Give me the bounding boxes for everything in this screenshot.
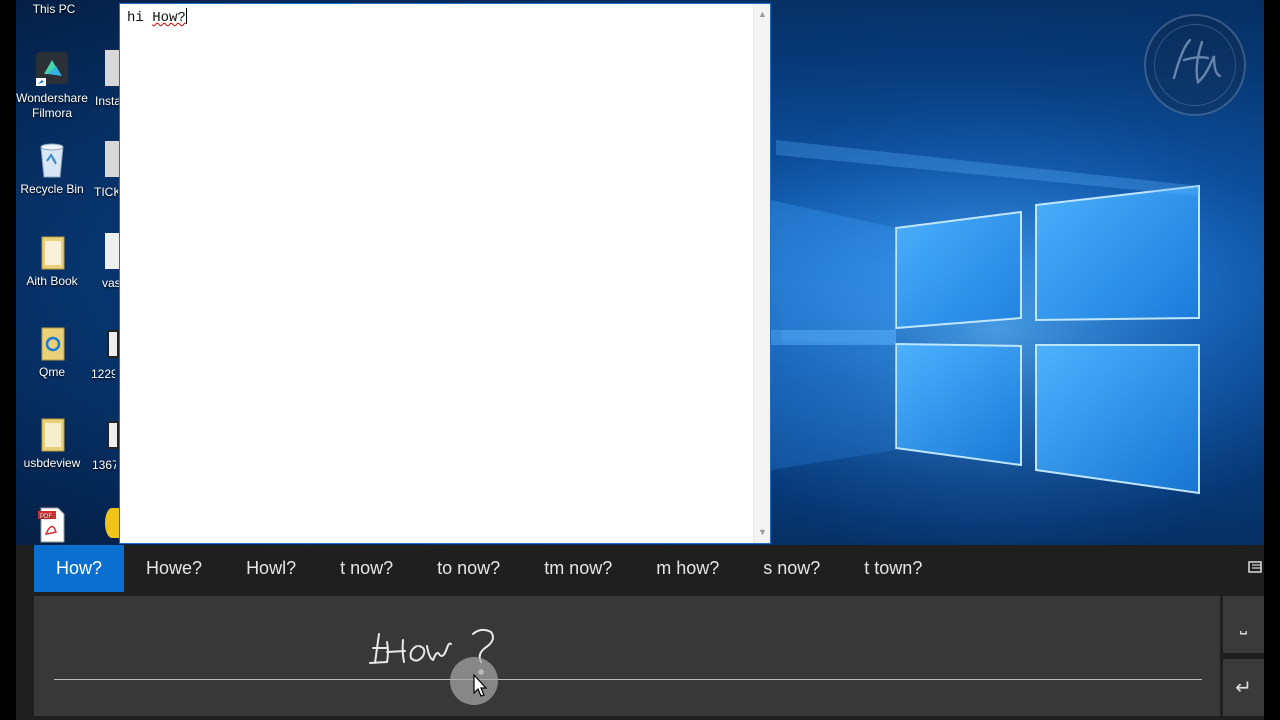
suggestion-bar: How? Howe? Howl? t now? to now? tm now? …: [34, 545, 944, 592]
file-icon-partial: [105, 233, 119, 269]
desktop-icon-usbdeview[interactable]: usbdeview: [16, 415, 90, 471]
editor-text-misspelled: How?: [152, 10, 186, 26]
desktop-icon-label: This PC: [32, 2, 76, 16]
text-editor[interactable]: hi How? ▲ ▼: [119, 3, 771, 544]
space-icon: ⎵: [1239, 614, 1248, 634]
ie-folder-icon: [41, 327, 65, 361]
file-icon-partial: [107, 330, 119, 358]
desktop-icon-label: Recycle Bin: [20, 182, 84, 196]
desktop-icon-qme[interactable]: Qme: [16, 324, 90, 380]
desktop-icon-label-partial: 12299: [91, 367, 115, 381]
desktop-icon-label: usbdeview: [23, 456, 81, 470]
desktop-icon-label-partial: TICK: [94, 185, 118, 199]
text-caret: [185, 8, 187, 24]
file-icon-partial: [107, 421, 119, 449]
handwriting-ink-area[interactable]: [34, 596, 1220, 716]
desktop-icon-this-pc[interactable]: This PC: [16, 2, 92, 17]
suggestion-item[interactable]: m how?: [634, 545, 741, 592]
folder-icon: [41, 418, 65, 452]
screen-right-border: [1264, 0, 1280, 720]
pdf-icon-partial: [105, 141, 119, 177]
svg-text:PDF: PDF: [40, 514, 52, 520]
desktop-icon-label: Qme: [38, 365, 65, 379]
scroll-down-icon[interactable]: ▼: [754, 524, 771, 541]
channel-logo-watermark: [1144, 14, 1246, 116]
enter-key[interactable]: ↵: [1223, 659, 1264, 716]
filmora-icon: [36, 52, 68, 86]
folder-icon: [41, 236, 65, 270]
suggestion-item[interactable]: How?: [34, 545, 125, 592]
writing-baseline: [54, 679, 1202, 680]
screen-left-border: [0, 0, 16, 720]
desktop-icon-pdf[interactable]: PDF: [16, 506, 90, 545]
handwriting-panel: How? Howe? Howl? t now? to now? tm now? …: [16, 545, 1264, 720]
suggestion-item[interactable]: t now?: [318, 545, 415, 592]
watermark-monogram: [1172, 38, 1222, 85]
mouse-pointer-icon: [473, 673, 488, 697]
panel-options-icon[interactable]: [1248, 560, 1262, 574]
editor-text-plain: hi: [127, 10, 153, 26]
suggestion-item[interactable]: tm now?: [522, 545, 634, 592]
suggestion-item[interactable]: Howe?: [124, 545, 224, 592]
desktop-icon-label: Wondershare Filmora: [16, 91, 88, 120]
desktop-icon-label-partial: 13671 nativ: [92, 458, 116, 472]
desktop-icon-recycle-bin[interactable]: Recycle Bin: [16, 141, 90, 197]
suggestion-item[interactable]: to now?: [415, 545, 522, 592]
space-key[interactable]: ⎵: [1223, 596, 1264, 653]
desktop-icon-aith-book[interactable]: Aith Book: [16, 233, 90, 289]
desktop-icon-label-partial: Insta Conf: [95, 94, 119, 108]
side-keys: ⎵ ↵: [1223, 596, 1264, 720]
vertical-scrollbar[interactable]: ▲ ▼: [753, 4, 770, 543]
pdf-file-icon: PDF: [38, 507, 65, 543]
suggestion-item[interactable]: Howl?: [224, 545, 318, 592]
editor-text[interactable]: hi How?: [127, 8, 187, 26]
desktop-icon-wondershare-filmora[interactable]: Wondershare Filmora: [16, 50, 90, 121]
app-icon-partial: [105, 508, 119, 538]
pen-cursor: [450, 657, 498, 705]
scroll-up-icon[interactable]: ▲: [754, 6, 771, 23]
recycle-bin-icon: [40, 143, 64, 178]
desktop-icon-label: Aith Book: [26, 274, 78, 288]
suggestion-item[interactable]: t town?: [842, 545, 944, 592]
enter-icon: ↵: [1235, 677, 1252, 699]
pdf-icon-partial: [105, 50, 119, 86]
suggestion-item[interactable]: s now?: [741, 545, 842, 592]
